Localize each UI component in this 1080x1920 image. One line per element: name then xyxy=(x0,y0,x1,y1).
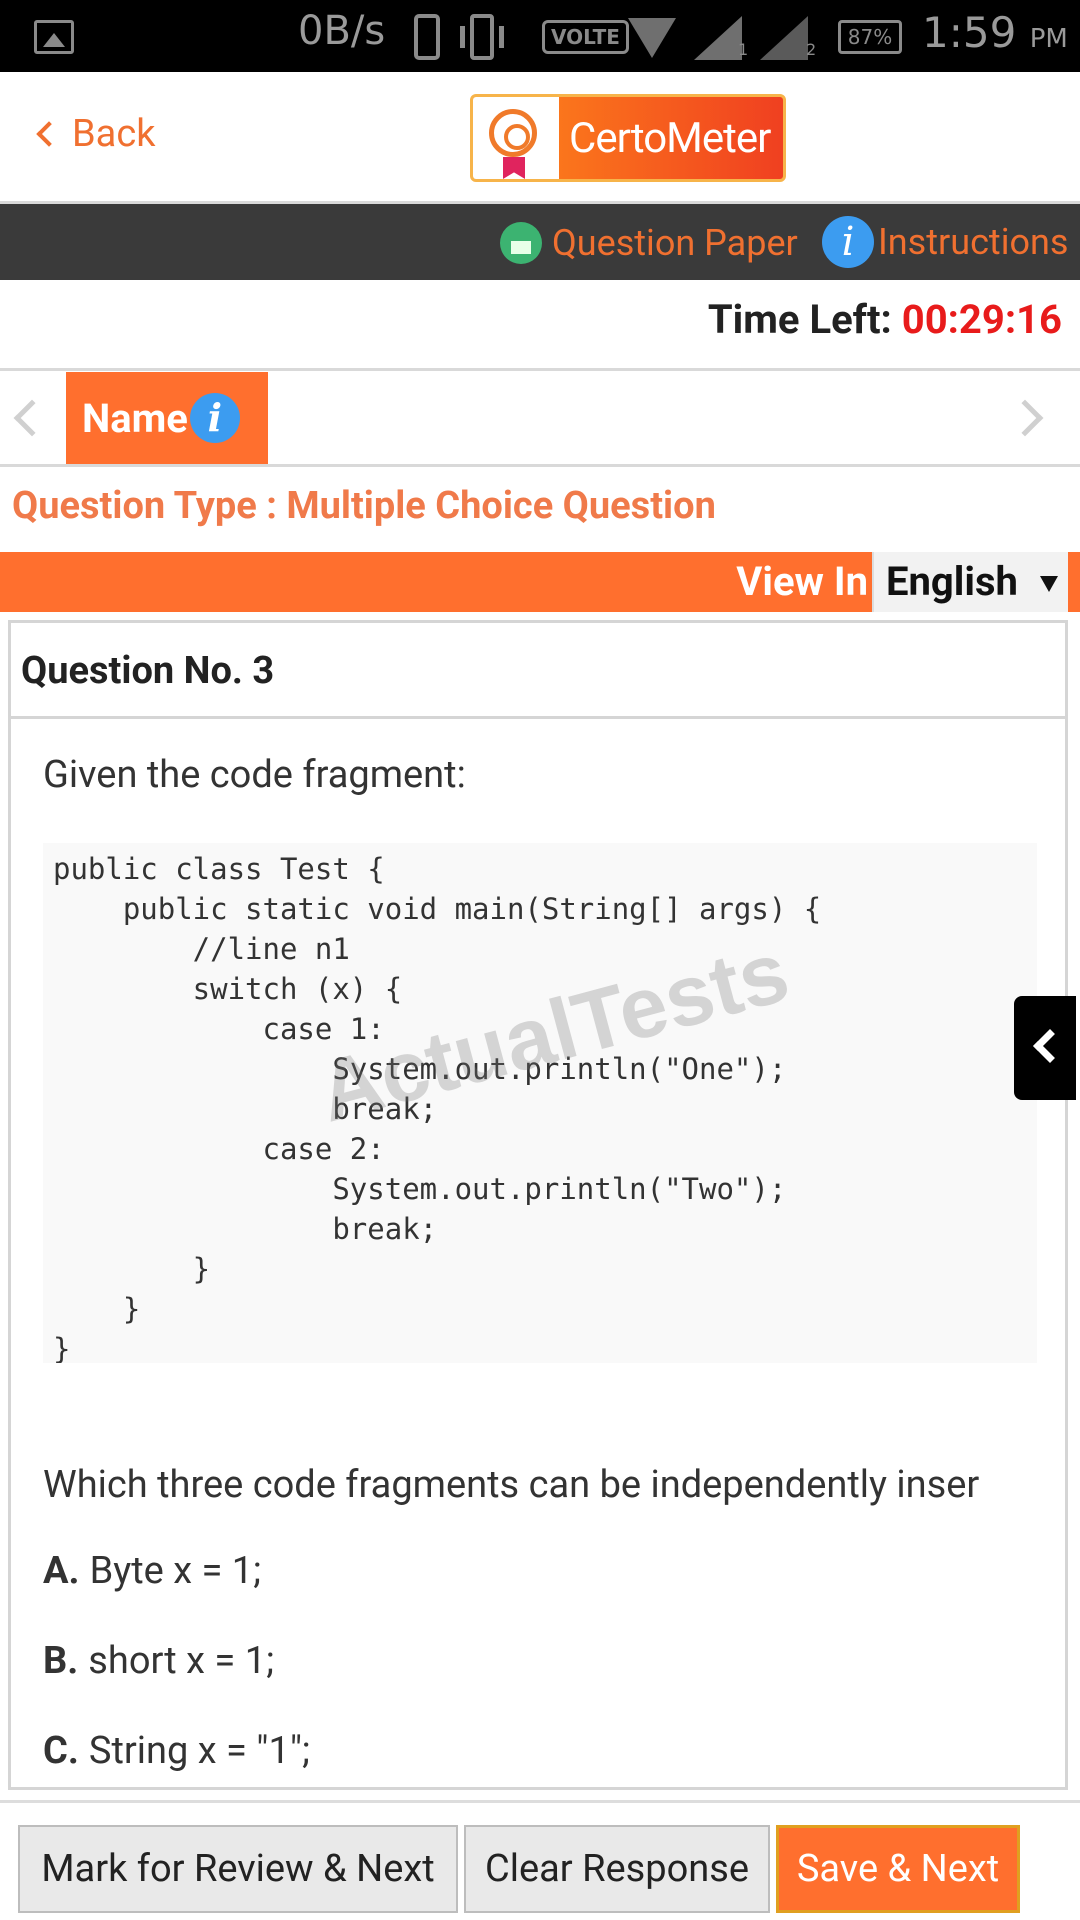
language-bar: View In English xyxy=(0,552,1080,612)
instructions-label: Instructions xyxy=(878,221,1069,263)
section-next-button[interactable] xyxy=(1000,372,1050,464)
option-letter: A. xyxy=(43,1549,80,1593)
signal-sim2-icon xyxy=(760,16,808,60)
sim1-label: 1 xyxy=(738,40,749,59)
section-tab-name[interactable]: Name i xyxy=(66,372,268,464)
question-card: Question No. 3 Given the code fragment: … xyxy=(8,620,1068,1790)
option-text: String x = "1"; xyxy=(88,1729,311,1773)
exam-toolbar: Question Paper i Instructions xyxy=(0,204,1080,280)
question-paper-button[interactable]: Question Paper xyxy=(500,222,798,264)
question-paper-label: Question Paper xyxy=(552,222,798,264)
instructions-button[interactable]: i Instructions xyxy=(822,216,1068,268)
vibrate-icon xyxy=(460,14,504,60)
option-letter: C. xyxy=(43,1729,79,1773)
save-next-button[interactable]: Save & Next xyxy=(776,1825,1020,1913)
back-button[interactable]: Back xyxy=(36,112,156,156)
app-header: Back CertoMeter xyxy=(0,72,1080,204)
logo-text: CertoMeter xyxy=(569,113,771,163)
signal-sim1-icon xyxy=(694,16,742,60)
time-left-label: Time Left: xyxy=(707,296,892,343)
question-intro: Given the code fragment: xyxy=(43,753,466,797)
code-image: public class Test { public static void m… xyxy=(43,843,1037,1363)
info-icon: i xyxy=(822,216,874,268)
section-prev-button[interactable] xyxy=(0,372,64,464)
info-icon[interactable]: i xyxy=(189,393,240,443)
battery-icon: 87% xyxy=(838,20,902,54)
clock: 1:59 PM xyxy=(922,8,1068,57)
question-type: Question Type : Multiple Choice Question xyxy=(12,484,716,528)
divider xyxy=(0,368,1080,371)
target-award-icon xyxy=(473,97,559,179)
gallery-notification-icon xyxy=(34,20,74,54)
divider xyxy=(0,464,1080,467)
phone-icon xyxy=(414,14,440,60)
sim2-label: 2 xyxy=(806,40,817,59)
chevron-left-icon xyxy=(1033,1029,1067,1063)
question-number: Question No. 3 xyxy=(11,623,1065,719)
status-bar: 0B/s VOLTE 1 2 87% 1:59 PM xyxy=(0,0,1080,72)
dropdown-arrow-icon xyxy=(1040,576,1058,592)
chevron-left-icon xyxy=(36,121,62,147)
question-body[interactable]: Given the code fragment: public class Te… xyxy=(11,721,1065,1787)
back-label: Back xyxy=(72,112,156,156)
option-b[interactable]: B. short x = 1; xyxy=(43,1639,274,1683)
wifi-icon xyxy=(628,18,676,58)
section-tab-label: Name xyxy=(82,394,188,442)
option-text: short x = 1; xyxy=(88,1639,275,1683)
view-in-label: View In xyxy=(736,558,868,605)
document-list-icon xyxy=(500,222,542,264)
clock-time: 1:59 xyxy=(922,8,1017,57)
chevron-right-icon xyxy=(1006,399,1044,437)
option-letter: B. xyxy=(43,1639,79,1683)
language-selected: English xyxy=(886,558,1018,605)
time-left-value: 00:29:16 xyxy=(901,296,1062,343)
language-select[interactable]: English xyxy=(872,552,1068,612)
clear-response-button[interactable]: Clear Response xyxy=(464,1825,770,1913)
mark-for-review-next-button[interactable]: Mark for Review & Next xyxy=(18,1825,458,1913)
action-bar: Mark for Review & Next Clear Response Sa… xyxy=(0,1800,1080,1920)
volte-badge: VOLTE xyxy=(542,20,629,54)
certometer-logo: CertoMeter xyxy=(470,94,786,182)
option-c[interactable]: C. String x = "1"; xyxy=(43,1729,310,1773)
option-text: Byte x = 1; xyxy=(89,1549,262,1593)
time-left: Time Left: 00:29:16 xyxy=(708,296,1062,343)
question-palette-toggle[interactable] xyxy=(1014,996,1076,1100)
option-a[interactable]: A. Byte x = 1; xyxy=(43,1549,261,1593)
network-speed: 0B/s xyxy=(298,8,386,54)
clock-ampm: PM xyxy=(1029,24,1068,54)
question-prompt: Which three code fragments can be indepe… xyxy=(43,1463,980,1507)
chevron-left-icon xyxy=(13,399,51,437)
